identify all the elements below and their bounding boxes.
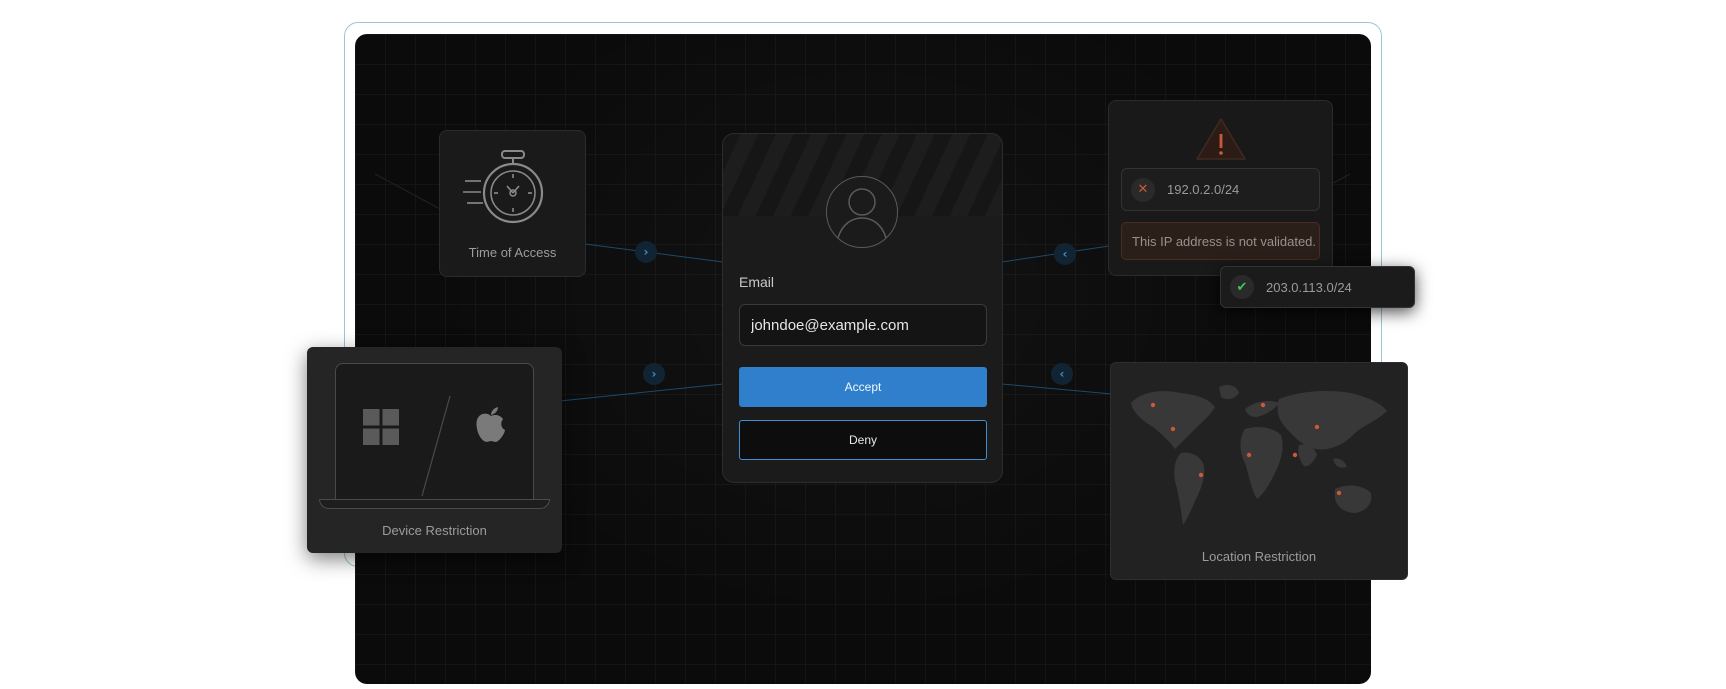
time-of-access-card: Time of Access	[439, 130, 586, 277]
connector-node-device: ›	[643, 363, 665, 385]
time-of-access-label: Time of Access	[468, 245, 557, 260]
warning-icon	[1196, 118, 1246, 160]
location-restriction-card: Location Restriction	[1110, 362, 1408, 580]
blocked-ip-text: 192.0.2.0/24	[1167, 182, 1240, 197]
email-label: Email	[739, 274, 775, 290]
ip-error-message: This IP address is not validated.	[1121, 222, 1320, 260]
deny-button[interactable]: Deny	[739, 420, 987, 460]
connector-node-location: ‹	[1051, 363, 1073, 385]
world-map-icon	[1131, 385, 1387, 525]
divider-slash	[421, 395, 451, 497]
user-avatar-icon	[826, 176, 898, 248]
accept-button[interactable]: Accept	[739, 367, 987, 407]
connector-node-time: ›	[635, 241, 657, 263]
laptop-base	[319, 499, 550, 509]
blocked-ip-row: ✕ 192.0.2.0/24	[1121, 168, 1320, 211]
location-restriction-label: Location Restriction	[1201, 549, 1317, 564]
device-restriction-card: Device Restriction	[307, 347, 562, 553]
close-icon: ✕	[1131, 177, 1155, 202]
device-restriction-label: Device Restriction	[382, 523, 487, 538]
allowed-ip-text: 203.0.113.0/24	[1266, 279, 1352, 295]
apple-icon	[476, 407, 505, 442]
stopwatch-icon	[463, 150, 544, 224]
laptop-screen	[335, 363, 534, 501]
email-input[interactable]	[739, 304, 987, 346]
login-card: Email Accept Deny	[722, 133, 1003, 483]
check-icon: ✔	[1230, 275, 1254, 299]
windows-icon	[363, 409, 399, 445]
ip-restriction-card: ✕ 192.0.2.0/24 This IP address is not va…	[1108, 100, 1333, 276]
connector-node-ip: ‹	[1054, 243, 1076, 265]
allowed-ip-row: ✔ 203.0.113.0/24	[1220, 266, 1415, 308]
